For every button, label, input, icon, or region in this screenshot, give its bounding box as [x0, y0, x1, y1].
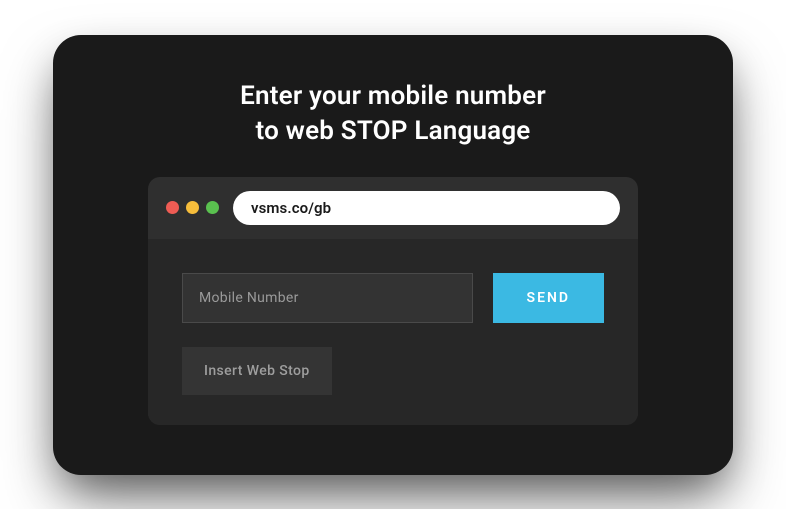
maximize-icon[interactable]: [206, 201, 219, 214]
mobile-number-input[interactable]: [182, 273, 473, 323]
browser-window: vsms.co/gb SEND Insert Web Stop: [148, 177, 638, 425]
insert-web-stop-button[interactable]: Insert Web Stop: [182, 347, 332, 395]
window-controls: [166, 201, 219, 214]
title-line-1: Enter your mobile number: [240, 79, 546, 114]
url-text: vsms.co/gb: [251, 199, 331, 217]
input-row: SEND: [182, 273, 604, 323]
device-card: Enter your mobile number to web STOP Lan…: [53, 35, 733, 475]
url-bar[interactable]: vsms.co/gb: [233, 191, 620, 225]
browser-body: SEND Insert Web Stop: [148, 239, 638, 425]
close-icon[interactable]: [166, 201, 179, 214]
title-line-2: to web STOP Language: [240, 114, 546, 149]
send-button[interactable]: SEND: [493, 273, 604, 323]
browser-top-bar: vsms.co/gb: [148, 177, 638, 239]
page-title: Enter your mobile number to web STOP Lan…: [240, 79, 546, 149]
insert-row: Insert Web Stop: [182, 347, 604, 395]
minimize-icon[interactable]: [186, 201, 199, 214]
